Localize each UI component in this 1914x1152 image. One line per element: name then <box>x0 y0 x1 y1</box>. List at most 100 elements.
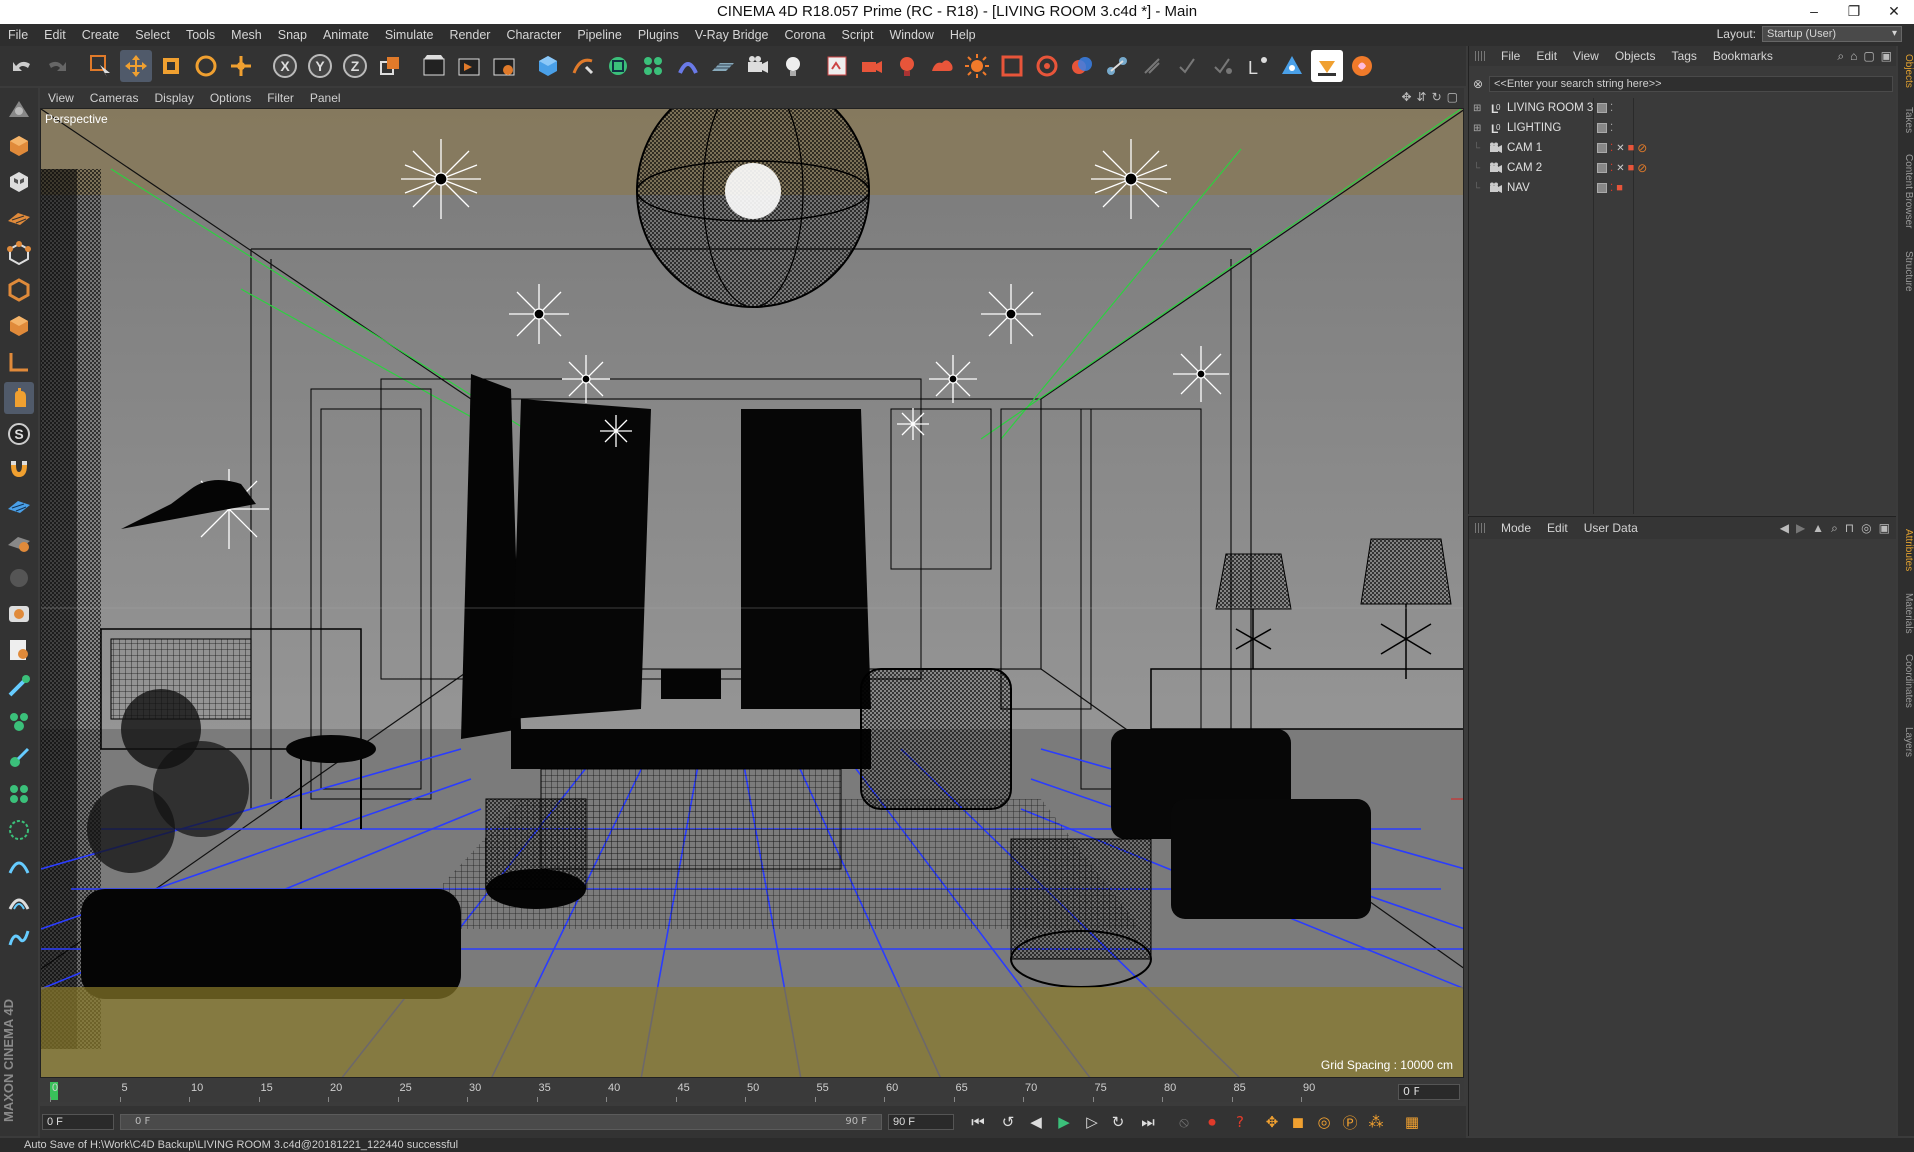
corona-render-icon[interactable] <box>1346 50 1378 82</box>
layer-color-swatch[interactable] <box>1597 183 1607 193</box>
attr-menu-user-data[interactable]: User Data <box>1576 521 1646 535</box>
obj-menu-edit[interactable]: Edit <box>1528 49 1565 63</box>
camera-tag-icon[interactable]: ■ <box>1616 182 1623 194</box>
axis-x-lock-button[interactable]: X <box>269 50 301 82</box>
layer-color-swatch[interactable] <box>1597 123 1607 133</box>
workplane-mode-icon[interactable] <box>4 202 34 234</box>
mograph-fracture-icon[interactable] <box>4 778 34 810</box>
vray-material-icon[interactable] <box>1066 50 1098 82</box>
viewport-maximize-icon[interactable]: ▢ <box>1447 90 1458 104</box>
close-button[interactable]: ✕ <box>1874 0 1914 24</box>
spline-tool-icon[interactable] <box>4 922 34 954</box>
new-window-icon[interactable]: ◎ <box>1861 521 1871 536</box>
rotate-tool-icon[interactable] <box>190 50 222 82</box>
new-window-icon[interactable]: ▢ <box>1863 49 1874 64</box>
render-settings-icon[interactable] <box>488 50 520 82</box>
side-tab-coordinates[interactable]: Coordinates <box>1898 646 1914 716</box>
pen-spline-icon[interactable] <box>567 50 599 82</box>
previous-frame-icon[interactable]: ◀ <box>1024 1111 1048 1133</box>
render-region-icon[interactable] <box>4 634 34 666</box>
side-tab-layers[interactable]: Layers <box>1898 722 1914 762</box>
expand-toggle-icon[interactable]: ⊞ <box>1473 103 1485 114</box>
expand-toggle-icon[interactable]: ⊞ <box>1473 123 1485 134</box>
render-view-icon[interactable] <box>418 50 450 82</box>
spline-arc-icon[interactable] <box>4 850 34 882</box>
axis-z-lock-button[interactable]: Z <box>339 50 371 82</box>
menu-character[interactable]: Character <box>498 28 569 42</box>
deformer-icon[interactable] <box>672 50 704 82</box>
key-parameter-icon[interactable]: Ⓟ <box>1338 1111 1362 1133</box>
key-rotation-icon[interactable]: ◎ <box>1312 1111 1336 1133</box>
obj-menu-tags[interactable]: Tags <box>1664 49 1705 63</box>
mograph-matrix-icon[interactable] <box>4 814 34 846</box>
planar-workplane-icon[interactable] <box>4 526 34 558</box>
clear-search-icon[interactable]: ⊗ <box>1473 76 1487 92</box>
viewport-menu-panel[interactable]: Panel <box>302 91 349 105</box>
protection-tag-icon[interactable]: ⊘ <box>1637 141 1647 155</box>
object-row-living-room-3[interactable]: ⊞ L0 LIVING ROOM 3 ⁚ <box>1469 98 1897 118</box>
object-search-input[interactable]: <<Enter your search string here>> <box>1489 76 1893 92</box>
go-to-start-icon[interactable]: ⏮ <box>966 1111 990 1133</box>
key-position-icon[interactable]: ✥ <box>1260 1111 1284 1133</box>
layout-dropdown[interactable]: Startup (User) <box>1762 26 1902 42</box>
back-arrow-icon[interactable]: ◀ <box>1780 521 1789 536</box>
menu-animate[interactable]: Animate <box>315 28 377 42</box>
cloner-icon[interactable] <box>637 50 669 82</box>
live-selection-icon[interactable] <box>85 50 117 82</box>
menu-simulate[interactable]: Simulate <box>377 28 442 42</box>
vray-disabled-tool-3-icon[interactable] <box>1206 50 1238 82</box>
object-row-lighting[interactable]: ⊞ L0 LIGHTING ⁚ <box>1469 118 1897 138</box>
vray-proxy-icon[interactable] <box>1031 50 1063 82</box>
perspective-viewport[interactable]: Perspective Grid Spacing : 10000 cm <box>40 108 1464 1078</box>
menu-script[interactable]: Script <box>833 28 881 42</box>
enable-snap-icon[interactable] <box>4 454 34 486</box>
vray-sun-icon[interactable] <box>961 50 993 82</box>
menu-help[interactable]: Help <box>942 28 984 42</box>
menu-render[interactable]: Render <box>441 28 498 42</box>
vray-disabled-tool-2-icon[interactable] <box>1171 50 1203 82</box>
menu-vray-bridge[interactable]: V-Ray Bridge <box>687 28 777 42</box>
mograph-effector-icon[interactable] <box>4 742 34 774</box>
viewport-move-icon[interactable]: ✥ <box>1401 90 1411 104</box>
current-frame-field[interactable]: 0 F <box>1398 1084 1460 1100</box>
menu-tools[interactable]: Tools <box>178 28 223 42</box>
visibility-dots-icon[interactable]: ⁚ <box>1610 183 1613 194</box>
maximize-icon[interactable]: ▣ <box>1881 49 1892 64</box>
menu-snap[interactable]: Snap <box>270 28 315 42</box>
checkmark-icon[interactable]: ✕ <box>1616 143 1624 154</box>
visibility-dots-icon[interactable]: ⁚ <box>1610 123 1613 134</box>
visibility-dots-icon[interactable]: ⁚ <box>1610 143 1613 154</box>
vray-dome-icon[interactable] <box>926 50 958 82</box>
tweak-mode-icon[interactable] <box>4 382 34 414</box>
layer-color-swatch[interactable] <box>1597 103 1607 113</box>
preview-range-slider[interactable]: 0 F 90 F <box>120 1114 882 1130</box>
obj-menu-objects[interactable]: Objects <box>1607 49 1664 63</box>
model-mode-icon[interactable] <box>4 94 34 126</box>
next-frame-icon[interactable]: ▷ <box>1080 1111 1104 1133</box>
maximize-icon[interactable]: ▣ <box>1879 521 1890 536</box>
disabled-tool-icon[interactable] <box>4 562 34 594</box>
protection-tag-icon[interactable]: ⊘ <box>1637 161 1647 175</box>
panel-grip-icon[interactable] <box>1475 523 1485 533</box>
search-icon[interactable]: ⌕ <box>1831 521 1838 536</box>
undo-icon[interactable] <box>6 50 38 82</box>
viewport-menu-options[interactable]: Options <box>202 91 259 105</box>
object-mode-icon[interactable] <box>4 130 34 162</box>
timeline-ruler[interactable]: 0 5 10 15 20 25 30 35 40 45 50 55 60 65 70 75 80 85 90 <box>40 1080 1464 1102</box>
timeline-window-icon[interactable]: ▦ <box>1400 1111 1424 1133</box>
side-tab-materials[interactable]: Materials <box>1898 586 1914 640</box>
layer-color-swatch[interactable] <box>1597 163 1607 173</box>
object-row-cam-1[interactable]: └ CAM 1 ⁚ ✕ ■ ⊘ <box>1469 138 1897 158</box>
scale-tool-icon[interactable] <box>155 50 187 82</box>
redo-icon[interactable] <box>41 50 73 82</box>
side-tab-attributes[interactable]: Attributes <box>1898 520 1914 580</box>
polygons-mode-icon[interactable] <box>4 310 34 342</box>
lock-icon[interactable]: ⊓ <box>1845 521 1854 536</box>
object-row-cam-2[interactable]: └ CAM 2 ⁚ ✕ ■ ⊘ <box>1469 158 1897 178</box>
key-point-level-icon[interactable]: ⁂ <box>1364 1111 1388 1133</box>
record-active-objects-icon[interactable]: ⏺ <box>1200 1111 1224 1133</box>
layer-browser-icon[interactable]: L <box>1241 50 1273 82</box>
attr-menu-mode[interactable]: Mode <box>1493 521 1539 535</box>
solo-mode-icon[interactable]: S <box>4 418 34 450</box>
object-row-nav[interactable]: └ NAV ⁚ ■ <box>1469 178 1897 198</box>
